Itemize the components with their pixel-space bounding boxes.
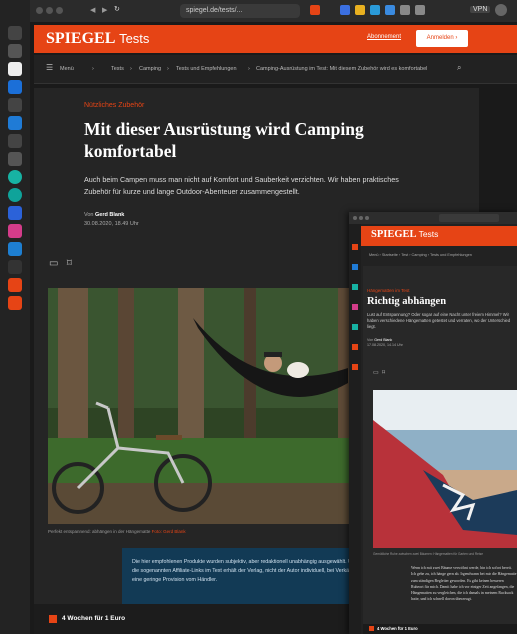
breadcrumb-sep: ›	[167, 66, 169, 72]
window-close-button[interactable]	[353, 216, 357, 220]
abo-link[interactable]: Abonnement	[367, 34, 401, 40]
app-icon[interactable]	[8, 152, 22, 166]
article-body: Wenn ich mit zwei Bäume verwöhnt werde, …	[411, 566, 517, 602]
promo-bar[interactable]: 4 Wochen für 1 Euro	[34, 604, 354, 634]
app-icon[interactable]	[352, 264, 358, 270]
promo-label: 4 Wochen für 1 Euro	[62, 615, 126, 622]
article-byline: Von Gerd Blank 17.08.2020, 14.14 Uhr	[367, 338, 403, 347]
breadcrumb-item[interactable]: Camping	[139, 66, 161, 72]
extension-icon[interactable]	[355, 5, 365, 15]
app-icon[interactable]	[8, 206, 22, 220]
app-icon[interactable]	[8, 116, 22, 130]
spiegel-icon	[369, 626, 374, 631]
search-icon[interactable]: ⌕	[457, 63, 461, 73]
site-header: SPIEGEL Tests	[361, 226, 517, 246]
bookmark-icon[interactable]: ⌑	[67, 258, 72, 269]
hammock-photo	[48, 288, 378, 524]
menu-link[interactable]: Menü	[60, 66, 74, 72]
window-minimize-button[interactable]	[359, 216, 363, 220]
instagram-icon[interactable]	[8, 224, 22, 238]
breadcrumb-current: Camping-Ausrüstung im Test: Mit diesem Z…	[256, 66, 428, 72]
app-icon[interactable]	[8, 80, 22, 94]
app-icon[interactable]	[8, 170, 22, 184]
article-photo	[48, 288, 378, 524]
app-dock	[0, 0, 30, 634]
article-byline: Von Gerd Blank 30.08.2020, 18.49 Uhr	[84, 212, 139, 227]
app-icon[interactable]	[352, 324, 358, 330]
chevron-right-icon: ›	[455, 35, 458, 41]
promo-bar[interactable]: 4 Wochen für 1 Euro	[363, 624, 517, 634]
article-lead: Lust auf Entspannung? Oder sogar auf ein…	[367, 312, 511, 329]
window-close-button[interactable]	[36, 7, 43, 14]
url-bar[interactable]: spiegel.de/tests/...	[180, 4, 300, 18]
photo-caption: Perfekt entspannend: abhängen in der Hän…	[48, 529, 186, 534]
app-dock	[349, 224, 361, 634]
site-header: SPIEGEL Tests Abonnement Anmelden ›	[34, 25, 517, 53]
site-logo[interactable]: SPIEGEL Tests	[371, 229, 438, 240]
extension-icon[interactable]	[415, 5, 425, 15]
extension-icon[interactable]	[340, 5, 350, 15]
breadcrumb-sep: ›	[130, 66, 132, 72]
window-tabbar	[349, 212, 517, 224]
app-icon[interactable]	[8, 242, 22, 256]
breadcrumb-item[interactable]: Tests und Empfehlungen	[176, 66, 237, 72]
app-icon[interactable]	[352, 284, 358, 290]
article-date: 30.08.2020, 18.49 Uhr	[84, 221, 139, 227]
article-lead: Auch beim Campen muss man nicht auf Komf…	[84, 175, 399, 196]
window-minimize-button[interactable]	[46, 7, 53, 14]
author-link[interactable]: Gerd Blank	[95, 212, 124, 218]
breadcrumb-sep: ›	[248, 66, 250, 72]
article-title: Mit dieser Ausrüstung wird Camping komfo…	[84, 119, 364, 161]
app-icon[interactable]	[352, 364, 358, 370]
article-photo	[373, 390, 517, 548]
site-logo[interactable]: SPIEGEL Tests	[46, 30, 149, 48]
spiegel-icon[interactable]	[8, 296, 22, 310]
article-kicker: Hängematten im Test	[367, 288, 410, 293]
article-title: Richtig abhängen	[367, 296, 447, 307]
extension-icon[interactable]	[310, 5, 320, 15]
app-icon[interactable]	[352, 244, 358, 250]
article-kicker: Nützliches Zubehör	[84, 102, 145, 109]
extension-icon[interactable]	[400, 5, 410, 15]
spiegel-icon[interactable]	[8, 278, 22, 292]
second-browser-window: SPIEGEL Tests Menü › Startseite › Test ›…	[349, 212, 517, 634]
spiegel-icon	[49, 615, 57, 623]
app-icon[interactable]	[8, 26, 22, 40]
forward-icon[interactable]: ▶	[102, 6, 107, 14]
comment-icon[interactable]: ▭	[373, 370, 379, 376]
extension-icon[interactable]	[370, 5, 380, 15]
comment-icon[interactable]: ▭	[49, 258, 58, 269]
reload-icon[interactable]: ↻	[114, 5, 120, 13]
window-zoom-button[interactable]	[365, 216, 369, 220]
url-bar[interactable]	[439, 214, 499, 222]
photo-caption: Gemütliche Ruhe zwischen zwei Bäumen: Hä…	[373, 552, 484, 556]
bookmark-icon[interactable]: ⌑	[382, 370, 385, 376]
app-icon[interactable]	[8, 188, 22, 202]
breadcrumb: Menü › Startseite › Test › Camping › Tes…	[369, 253, 472, 257]
article-actions: ▭ ⌑	[49, 258, 72, 269]
breadcrumb: ☰ Menü › Tests › Camping › Tests und Emp…	[34, 55, 517, 84]
app-icon[interactable]	[352, 344, 358, 350]
article-actions: ▭ ⌑	[373, 369, 385, 376]
breadcrumb-sep: ›	[92, 66, 94, 72]
hammock-photo	[373, 390, 517, 548]
back-icon[interactable]: ◀	[90, 6, 95, 14]
app-icon[interactable]	[8, 134, 22, 148]
breadcrumb-item[interactable]: Tests	[111, 66, 124, 72]
extension-icon[interactable]	[385, 5, 395, 15]
app-icon[interactable]	[8, 44, 22, 58]
window-zoom-button[interactable]	[56, 7, 63, 14]
app-icon[interactable]	[352, 304, 358, 310]
login-button[interactable]: Anmelden ›	[416, 30, 468, 47]
notes-icon[interactable]	[8, 62, 22, 76]
browser-tabbar: ◀ ▶ ↻ spiegel.de/tests/... VPN	[30, 0, 517, 22]
avatar[interactable]	[495, 4, 507, 16]
app-icon[interactable]	[8, 260, 22, 274]
vpn-badge[interactable]: VPN	[470, 6, 491, 13]
app-icon[interactable]	[8, 98, 22, 112]
menu-icon[interactable]: ☰	[46, 63, 53, 72]
